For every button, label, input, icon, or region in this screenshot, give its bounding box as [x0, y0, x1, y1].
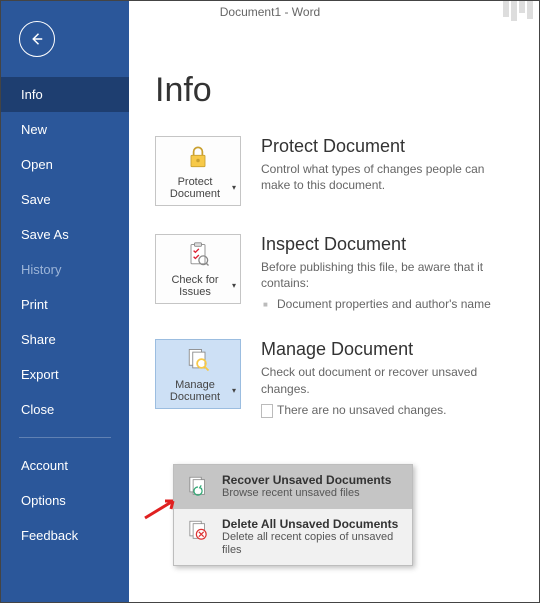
section-protect: Protect Document▾ Protect Document Contr… — [155, 136, 513, 206]
document-delete-icon — [184, 517, 212, 545]
arrow-left-icon — [28, 30, 46, 48]
manage-document-menu: Recover Unsaved Documents Browse recent … — [173, 464, 413, 566]
menu-recover-sub: Browse recent unsaved files — [222, 487, 391, 500]
sidebar-item-print[interactable]: Print — [1, 287, 129, 322]
sidebar-item-save-as[interactable]: Save As — [1, 217, 129, 252]
menu-recover-title: Recover Unsaved Documents — [222, 473, 391, 487]
lock-icon — [182, 142, 214, 172]
backstage-sidebar: Info New Open Save Save As History Print… — [1, 1, 129, 602]
back-button[interactable] — [19, 21, 55, 57]
menu-delete-unsaved[interactable]: Delete All Unsaved Documents Delete all … — [174, 509, 412, 565]
menu-recover-unsaved[interactable]: Recover Unsaved Documents Browse recent … — [174, 465, 412, 509]
page-title: Info — [155, 71, 513, 110]
sidebar-item-info[interactable]: Info — [1, 77, 129, 112]
section-inspect: Check for Issues▾ Inspect Document Befor… — [155, 234, 513, 311]
checklist-icon — [182, 240, 214, 270]
sidebar-item-save[interactable]: Save — [1, 182, 129, 217]
sidebar-item-account[interactable]: Account — [1, 448, 129, 483]
annotation-arrow — [143, 496, 183, 526]
sidebar-item-open[interactable]: Open — [1, 147, 129, 182]
sidebar-separator — [19, 437, 111, 438]
protect-document-button[interactable]: Protect Document▾ — [155, 136, 241, 206]
chevron-down-icon: ▾ — [232, 282, 236, 291]
chevron-down-icon: ▾ — [232, 387, 236, 396]
menu-delete-title: Delete All Unsaved Documents — [222, 517, 402, 531]
sidebar-item-history: History — [1, 252, 129, 287]
inspect-heading: Inspect Document — [261, 234, 513, 255]
document-recover-icon — [184, 473, 212, 501]
sidebar-item-options[interactable]: Options — [1, 483, 129, 518]
menu-delete-sub: Delete all recent copies of unsaved file… — [222, 531, 402, 557]
inspect-desc: Before publishing this file, be aware th… — [261, 259, 513, 291]
manage-document-button[interactable]: Manage Document▾ — [155, 339, 241, 409]
protect-desc: Control what types of changes people can… — [261, 161, 513, 193]
manage-desc: Check out document or recover unsaved ch… — [261, 364, 513, 396]
inspect-bullet: Document properties and author's name — [261, 297, 513, 311]
manage-bullet: There are no unsaved changes. — [261, 403, 513, 417]
sidebar-item-new[interactable]: New — [1, 112, 129, 147]
sidebar-item-feedback[interactable]: Feedback — [1, 518, 129, 553]
protect-heading: Protect Document — [261, 136, 513, 157]
manage-heading: Manage Document — [261, 339, 513, 360]
check-for-issues-button[interactable]: Check for Issues▾ — [155, 234, 241, 304]
sidebar-item-share[interactable]: Share — [1, 322, 129, 357]
sidebar-item-close[interactable]: Close — [1, 392, 129, 427]
document-search-icon — [182, 345, 214, 375]
sidebar-item-export[interactable]: Export — [1, 357, 129, 392]
chevron-down-icon: ▾ — [232, 184, 236, 193]
section-manage: Manage Document▾ Manage Document Check o… — [155, 339, 513, 416]
